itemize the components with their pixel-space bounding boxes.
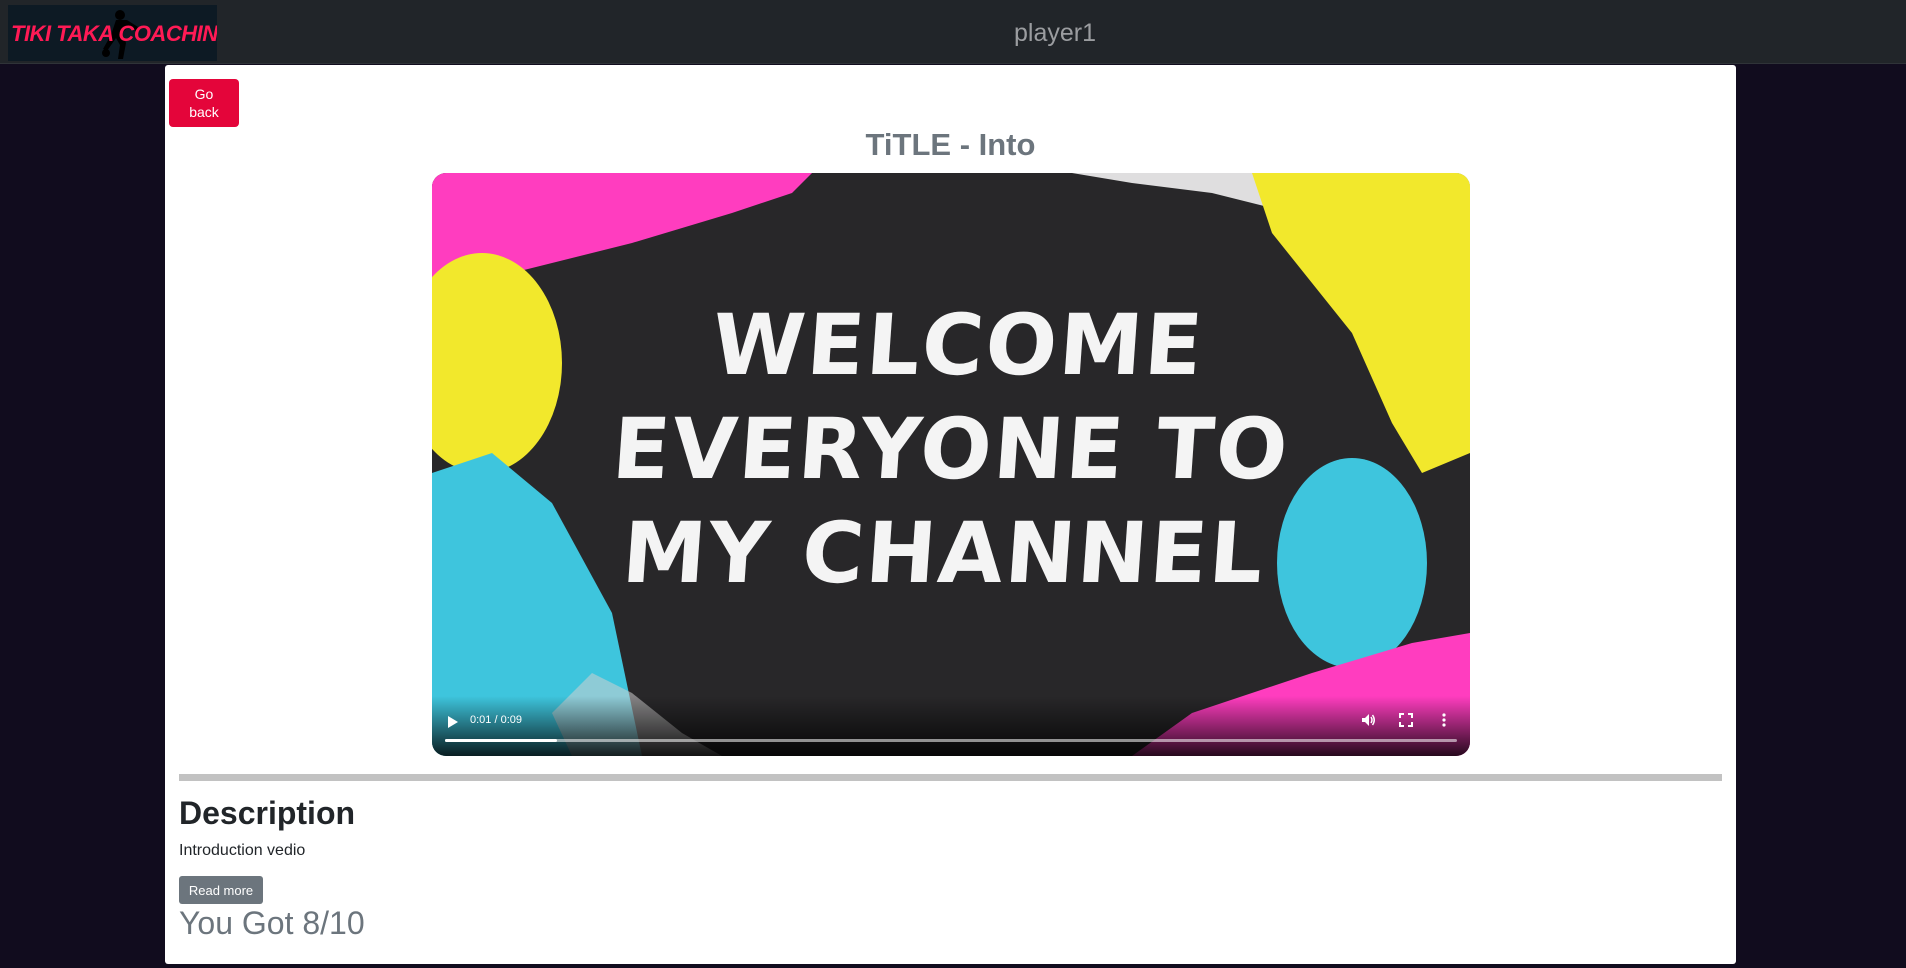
description-heading: Description — [179, 795, 356, 831]
volume-icon[interactable] — [1360, 712, 1376, 728]
video-time: 0:01 / 0:09 — [470, 714, 522, 726]
more-options-icon[interactable] — [1436, 712, 1452, 728]
poster-line: EVERYONE TO — [609, 400, 1293, 498]
score-text: You Got 8/10 — [179, 905, 365, 941]
description-text: Introduction vedio — [179, 842, 306, 859]
poster-line: MY CHANNEL — [619, 504, 1269, 602]
read-more-button[interactable]: Read more — [179, 876, 263, 904]
section-divider — [179, 774, 1722, 781]
video-controls: 0:01 / 0:09 — [432, 696, 1470, 756]
video-poster-text: WELCOME EVERYONE TO MY CHANNEL — [432, 293, 1470, 605]
video-player[interactable]: WELCOME EVERYONE TO MY CHANNEL 0:01 / 0:… — [432, 173, 1470, 756]
fullscreen-icon[interactable] — [1398, 712, 1414, 728]
content-panel: Go back TiTLE - Into WELCOME EVERYONE TO… — [165, 65, 1736, 964]
video-title: TiTLE - Into — [865, 127, 1036, 162]
go-back-button[interactable]: Go back — [169, 79, 239, 127]
play-icon[interactable] — [448, 716, 458, 728]
video-progress-fill — [445, 739, 558, 742]
player-name: player1 — [1014, 19, 1096, 47]
poster-line: WELCOME — [709, 296, 1208, 394]
navbar: TIKI TAKA COACHING player1 — [0, 0, 1906, 64]
video-progress-bar[interactable] — [445, 739, 1457, 742]
